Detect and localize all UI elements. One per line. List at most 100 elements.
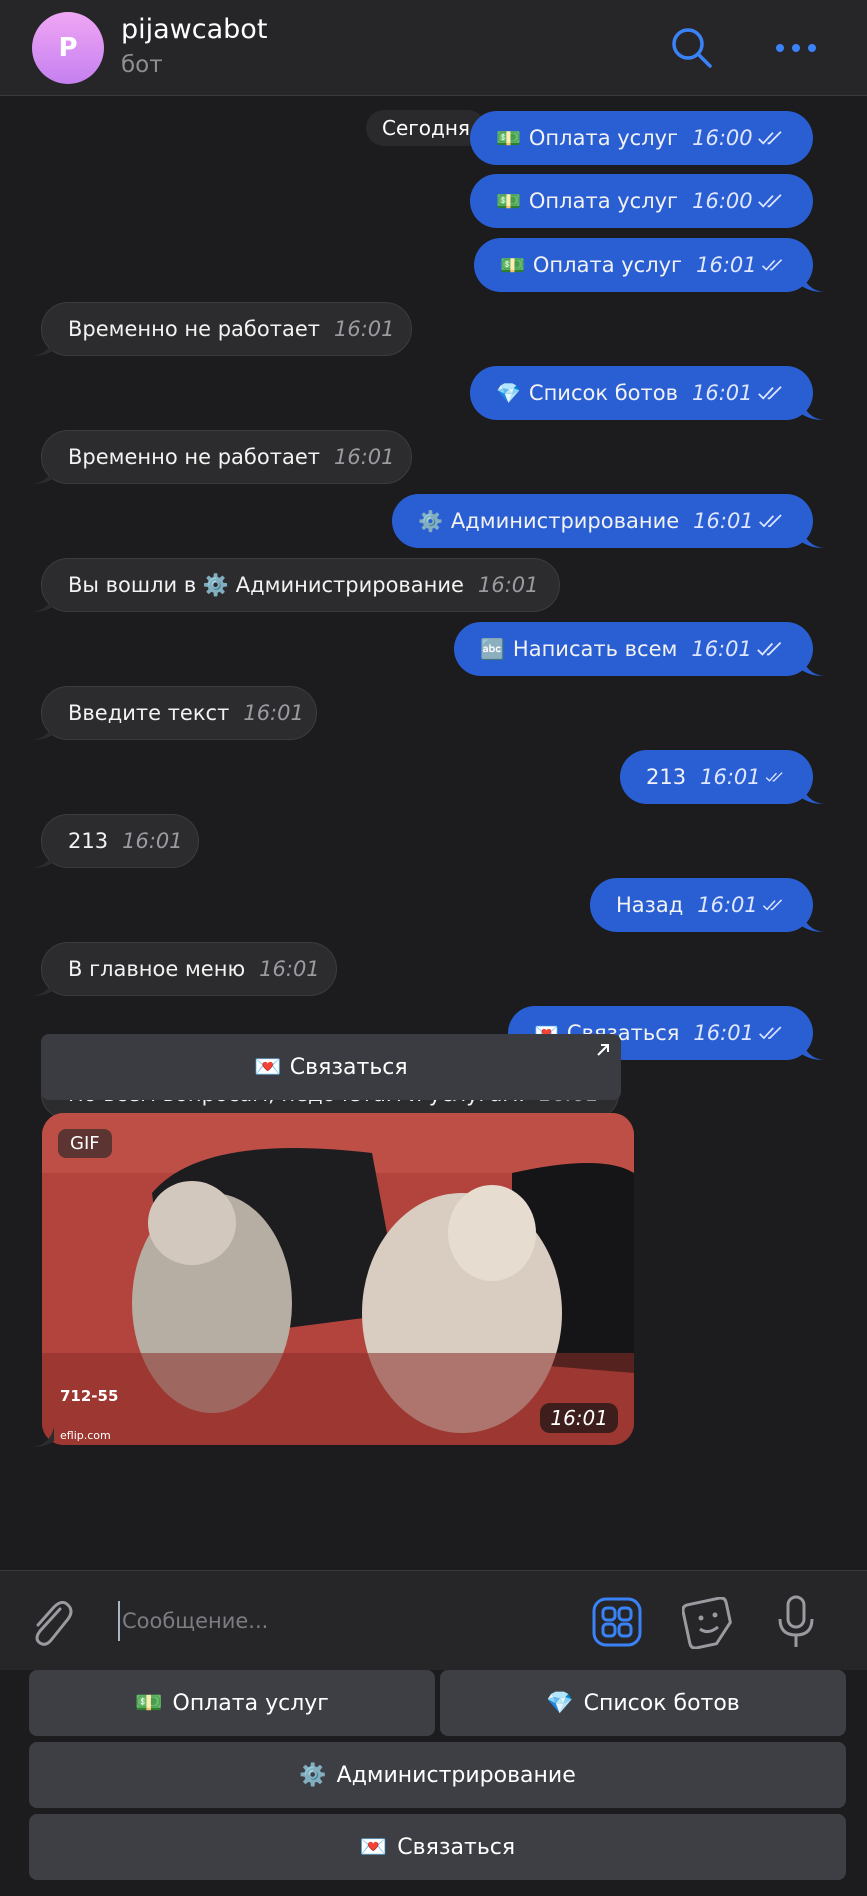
money-icon: 💵 <box>496 126 521 150</box>
message-time: 16:01 <box>333 445 395 469</box>
message-in[interactable]: Временно не работает 16:01 <box>41 302 412 356</box>
message-text: Временно не работает <box>68 445 320 469</box>
message-time: 16:01 <box>693 509 754 533</box>
gear-icon: ⚙️ <box>299 1762 327 1788</box>
keyboard-button-admin[interactable]: ⚙️ Администрирование <box>29 1742 846 1808</box>
diamond-icon: 💎 <box>546 1690 574 1716</box>
double-check-icon <box>758 514 782 528</box>
money-icon: 💵 <box>500 253 525 277</box>
money-icon: 💵 <box>496 189 521 213</box>
more-icon[interactable] <box>774 36 818 60</box>
message-text: Вы вошли в ⚙️ Администрирование <box>68 572 464 597</box>
message-out[interactable]: ⚙️ Администрирование 16:01 <box>392 494 813 548</box>
gif-badge: GIF <box>58 1129 112 1158</box>
message-time: 16:01 <box>696 253 757 277</box>
bubble-tail <box>32 1427 54 1447</box>
message-out[interactable]: 213 16:01 <box>620 750 813 804</box>
message-time: 16:01 <box>540 1403 618 1433</box>
keyboard-button-payment[interactable]: 💵 Оплата услуг <box>29 1670 435 1736</box>
inline-button-label: Связаться <box>289 1054 408 1080</box>
message-out[interactable]: 🔤 Написать всем 16:01 <box>454 622 813 676</box>
bubble-tail <box>802 784 824 804</box>
message-out[interactable]: 💎 Список ботов 16:01 <box>470 366 813 420</box>
message-in[interactable]: 213 16:01 <box>41 814 199 868</box>
message-input[interactable] <box>118 1601 558 1641</box>
message-out[interactable]: Назад 16:01 <box>590 878 813 932</box>
message-text: Временно не работает <box>68 317 320 341</box>
bubble-tail <box>32 336 54 356</box>
gif-message[interactable]: 712-55 eflip.com GIF 16:01 <box>42 1113 634 1445</box>
svg-text:eflip.com: eflip.com <box>60 1429 111 1442</box>
keyboard-button-bot-list[interactable]: 💎 Список ботов <box>440 1670 846 1736</box>
message-out[interactable]: 💵 Оплата услуг 16:00 <box>470 111 813 165</box>
external-link-arrow-icon <box>597 1044 609 1056</box>
message-text: Администрирование <box>450 509 680 533</box>
message-time: 16:01 <box>122 829 183 853</box>
message-time: 16:01 <box>700 765 761 789</box>
double-check-icon <box>757 131 782 145</box>
love-letter-icon: 💌 <box>254 1054 282 1080</box>
search-icon[interactable] <box>668 24 716 72</box>
double-check-icon <box>762 899 782 911</box>
keyboard-button-label: Список ботов <box>583 1690 740 1716</box>
bubble-tail <box>802 400 824 420</box>
message-time: 16:00 <box>692 189 753 213</box>
apps-icon[interactable] <box>592 1597 642 1647</box>
bubble-tail <box>32 720 54 740</box>
double-check-icon <box>765 772 783 782</box>
money-icon: 💵 <box>135 1690 163 1716</box>
message-text: Написать всем <box>512 637 678 661</box>
message-text: В главное меню <box>68 957 246 981</box>
gear-icon: ⚙️ <box>418 509 443 533</box>
bubble-tail <box>32 592 54 612</box>
bubble-tail <box>802 528 824 548</box>
message-in[interactable]: Вы вошли в ⚙️ Администрирование 16:01 <box>41 558 560 612</box>
message-text: Введите текст <box>68 701 230 725</box>
message-text: Оплата услуг <box>528 126 679 150</box>
double-check-icon <box>761 259 782 271</box>
avatar[interactable]: P <box>32 12 104 84</box>
message-text: 213 <box>646 765 687 789</box>
bubble-tail <box>802 1040 824 1060</box>
double-check-icon <box>757 386 782 400</box>
abc-icon: 🔤 <box>480 637 505 661</box>
message-time: 16:01 <box>691 637 752 661</box>
keyboard-button-label: Оплата услуг <box>172 1690 329 1716</box>
chat-subtitle: бот <box>121 52 163 78</box>
message-text: Оплата услуг <box>528 189 679 213</box>
bubble-tail <box>802 272 824 292</box>
message-text: Назад <box>616 893 684 917</box>
message-composer <box>0 1570 867 1670</box>
love-letter-icon: 💌 <box>359 1834 388 1860</box>
message-time: 16:00 <box>692 126 753 150</box>
message-out[interactable]: 💵 Оплата услуг 16:01 <box>474 238 813 292</box>
chat-title[interactable]: pijawcabot <box>121 14 267 45</box>
message-time: 16:01 <box>477 573 539 597</box>
message-time: 16:01 <box>243 701 304 725</box>
message-in[interactable]: Временно не работает 16:01 <box>41 430 412 484</box>
inline-contact-button[interactable]: 💌 Связаться <box>41 1034 621 1100</box>
message-in[interactable]: Введите текст 16:01 <box>41 686 317 740</box>
message-text: 213 <box>68 829 109 853</box>
date-separator: Сегодня <box>366 110 486 146</box>
double-check-icon <box>757 641 782 656</box>
message-time: 16:01 <box>259 957 320 981</box>
message-time: 16:01 <box>691 381 753 405</box>
bubble-tail <box>32 848 54 868</box>
message-list[interactable]: Сегодня 💵 Оплата услуг 16:00 💵 Оплата ус… <box>0 97 867 1570</box>
chat-header: P pijawcabot бот <box>0 0 867 96</box>
keyboard-button-label: Администрирование <box>336 1762 576 1788</box>
bubble-tail <box>32 464 54 484</box>
keyboard-button-contact[interactable]: 💌 Связаться <box>29 1814 846 1880</box>
message-time: 16:01 <box>333 317 395 341</box>
message-in[interactable]: В главное меню 16:01 <box>41 942 337 996</box>
message-out[interactable]: 💵 Оплата услуг 16:00 <box>470 174 813 228</box>
diamond-icon: 💎 <box>496 381 521 405</box>
svg-text:712-55: 712-55 <box>60 1387 118 1405</box>
bubble-tail <box>32 976 54 996</box>
message-text: Оплата услуг <box>532 253 683 277</box>
message-text: Список ботов <box>528 381 678 405</box>
microphone-icon[interactable] <box>776 1595 816 1649</box>
paperclip-icon[interactable] <box>26 1595 74 1647</box>
sticker-icon[interactable] <box>682 1597 734 1649</box>
